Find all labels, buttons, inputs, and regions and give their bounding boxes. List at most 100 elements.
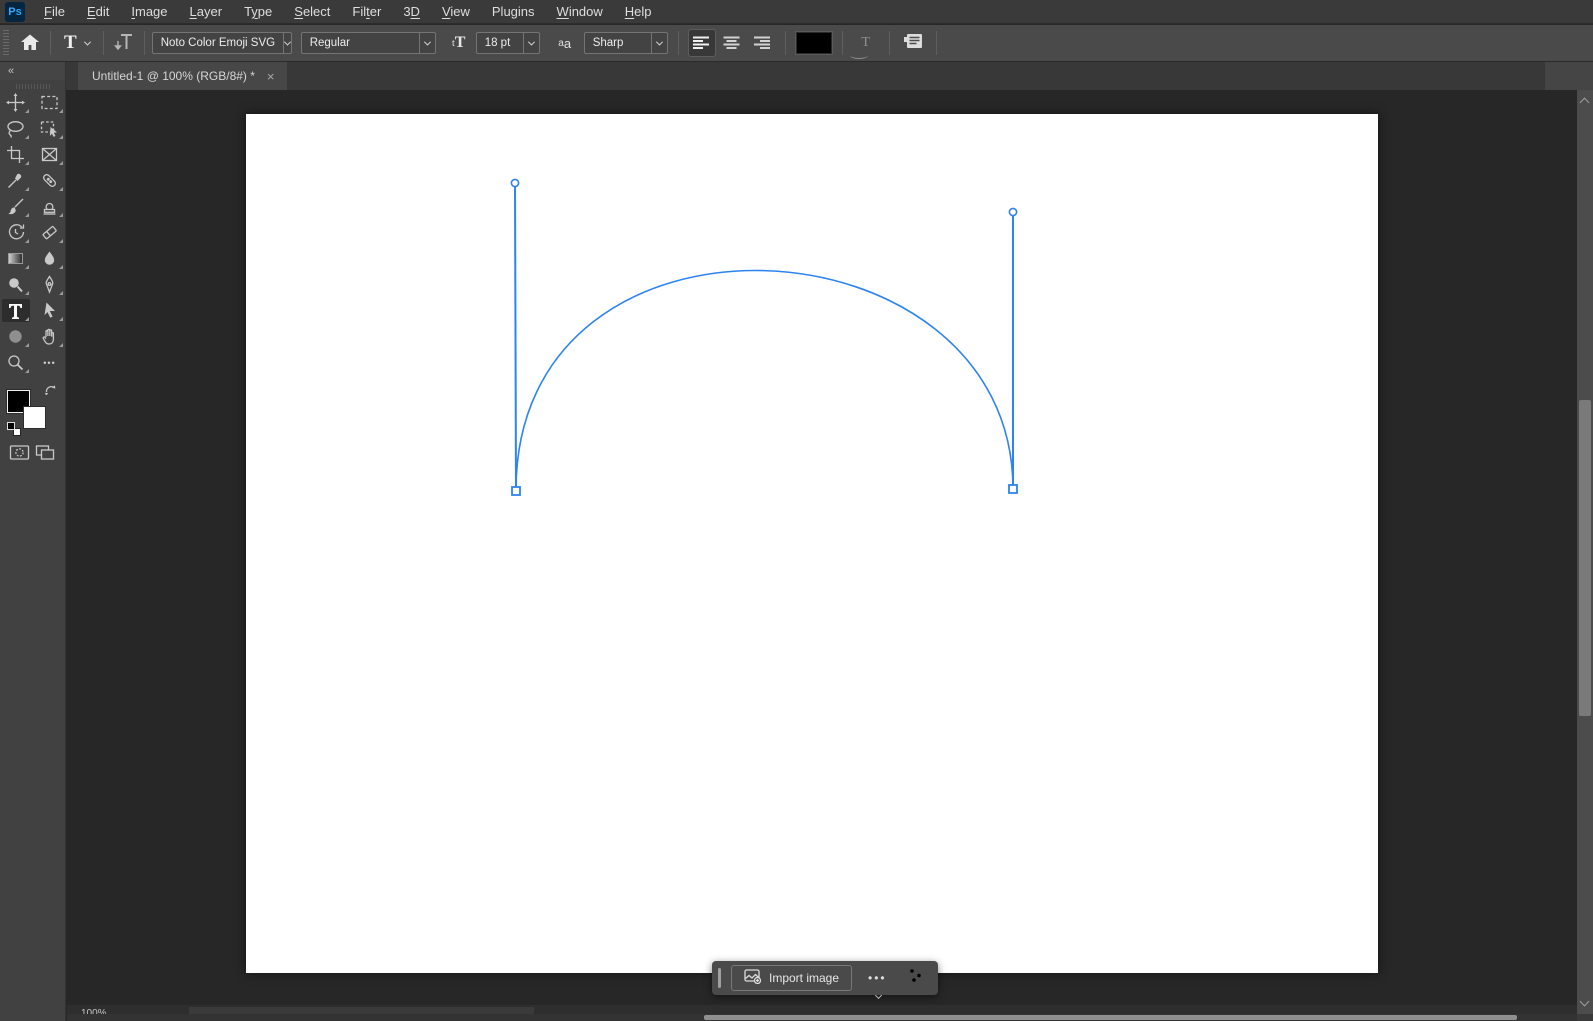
text-orientation-icon: [113, 32, 135, 55]
frame-tool[interactable]: [36, 143, 64, 166]
rectangular-marquee-tool[interactable]: [36, 91, 64, 114]
font-family-select[interactable]: Noto Color Emoji SVG: [152, 32, 292, 54]
pen-tool[interactable]: [36, 273, 64, 296]
workspace: Import image •••: [67, 90, 1577, 1005]
align-right-button[interactable]: [749, 30, 775, 56]
text-orientation-button[interactable]: [111, 29, 137, 57]
eyedropper-tool[interactable]: [2, 169, 30, 192]
chevron-down-icon: [283, 33, 291, 53]
anchor-point-icon: [1009, 485, 1017, 493]
collapse-panel-button[interactable]: «: [8, 65, 13, 77]
font-size-select[interactable]: 18 pt: [476, 32, 540, 54]
control-handle-icon: [511, 179, 518, 186]
document-info-segment: [189, 1007, 534, 1014]
anchor-point-icon: [512, 487, 520, 495]
background-color-swatch[interactable]: [23, 406, 46, 429]
panel-dock-corner: [1545, 62, 1593, 90]
menu-edit[interactable]: Edit: [76, 2, 120, 21]
tools-panel-grip[interactable]: [16, 84, 50, 89]
quick-mask-button[interactable]: [9, 444, 30, 466]
edit-toolbar-button[interactable]: •••: [36, 351, 64, 374]
status-bar: 100%: [67, 1005, 1577, 1014]
close-tab-icon[interactable]: ×: [265, 69, 277, 84]
menu-window[interactable]: Window: [546, 2, 614, 21]
photoshop-logo-icon: Ps: [5, 2, 25, 22]
gradient-tool[interactable]: [2, 247, 30, 270]
crop-tool[interactable]: [2, 143, 30, 166]
anti-alias-select[interactable]: Sharp: [584, 32, 668, 54]
anti-alias-value: Sharp: [585, 37, 651, 49]
home-button[interactable]: [17, 29, 43, 57]
swap-colors-icon[interactable]: [44, 382, 57, 400]
menu-help[interactable]: Help: [614, 2, 663, 21]
type-tool[interactable]: [2, 299, 30, 322]
menu-bar: Ps FileEditImageLayerTypeSelectFilter3DV…: [0, 0, 1593, 24]
contextual-taskbar: Import image •••: [712, 961, 938, 995]
document-tab[interactable]: Untitled-1 @ 100% (RGB/8#) * ×: [78, 62, 287, 90]
align-left-button[interactable]: [689, 30, 715, 56]
warp-text-icon: T: [861, 35, 870, 51]
menu-image[interactable]: Image: [120, 2, 178, 21]
vertical-scrollbar[interactable]: [1577, 90, 1593, 1014]
blur-tool[interactable]: [36, 247, 64, 270]
scroll-up-icon[interactable]: [1580, 98, 1590, 108]
warp-text-button[interactable]: T: [853, 29, 879, 57]
taskbar-settings-button[interactable]: [903, 968, 928, 988]
photoshop-window: Ps FileEditImageLayerTypeSelectFilter3DV…: [0, 0, 1593, 1021]
toggle-panels-button[interactable]: [900, 29, 926, 57]
eraser-tool[interactable]: [36, 221, 64, 244]
color-swatches: [7, 382, 59, 432]
horizontal-scrollbar[interactable]: [67, 1014, 1577, 1021]
more-options-button[interactable]: •••: [862, 971, 893, 985]
vertical-scroll-thumb[interactable]: [1579, 400, 1591, 716]
scroll-down-icon[interactable]: [1580, 997, 1590, 1007]
type-tool-icon: T: [64, 32, 77, 54]
menu-plugins[interactable]: Plugins: [481, 2, 546, 21]
menu-select[interactable]: Select: [283, 2, 341, 21]
chevron-down-icon: [419, 33, 435, 53]
font-size-value: 18 pt: [477, 37, 523, 49]
move-tool[interactable]: [2, 91, 30, 114]
history-brush-tool[interactable]: [2, 221, 30, 244]
document-tab-bar: Untitled-1 @ 100% (RGB/8#) * ×: [66, 62, 1593, 90]
ellipse-tool[interactable]: [2, 325, 30, 348]
font-family-value: Noto Color Emoji SVG: [153, 37, 283, 49]
clone-stamp-tool[interactable]: [36, 195, 64, 218]
font-style-select[interactable]: Regular: [301, 32, 436, 54]
screen-mode-button[interactable]: [35, 444, 56, 466]
panels-icon: [903, 33, 923, 53]
anti-alias-icon: aa: [552, 29, 578, 57]
canvas[interactable]: [246, 114, 1378, 973]
options-bar: T Noto Color Emoji SVG Regular tT 18 pt …: [0, 25, 1593, 62]
menu-type[interactable]: Type: [233, 2, 283, 21]
spot-healing-brush-tool[interactable]: [36, 169, 64, 192]
menu-3d[interactable]: 3D: [392, 2, 431, 21]
dodge-tool[interactable]: [2, 273, 30, 296]
lasso-tool[interactable]: [2, 117, 30, 140]
text-color-swatch[interactable]: [796, 32, 832, 54]
menu-layer[interactable]: Layer: [179, 2, 234, 21]
zoom-tool[interactable]: [2, 351, 30, 374]
chevron-down-icon: [84, 38, 91, 45]
import-image-icon: [744, 969, 762, 987]
chevron-down-icon: [651, 33, 667, 53]
taskbar-grip[interactable]: [718, 968, 721, 988]
brush-tool[interactable]: [2, 195, 30, 218]
path-selection-tool[interactable]: [36, 299, 64, 322]
type-tool-preset-button[interactable]: T: [58, 29, 96, 57]
options-bar-grip[interactable]: [3, 30, 9, 56]
import-image-button[interactable]: Import image: [731, 965, 852, 991]
sliders-icon: [907, 970, 924, 987]
menu-view[interactable]: View: [431, 2, 481, 21]
control-handle-icon: [1009, 208, 1016, 215]
hand-tool[interactable]: [36, 325, 64, 348]
scrollbar-corner: [1577, 1014, 1593, 1021]
default-colors-icon[interactable]: [7, 422, 21, 436]
menu-file[interactable]: File: [33, 2, 76, 21]
object-selection-tool[interactable]: [36, 117, 64, 140]
align-center-button[interactable]: [719, 30, 745, 56]
ellipsis-icon: •••: [868, 971, 887, 985]
menu-items: FileEditImageLayerTypeSelectFilter3DView…: [33, 2, 663, 21]
horizontal-scroll-thumb[interactable]: [704, 1015, 1517, 1020]
menu-filter[interactable]: Filter: [341, 2, 392, 21]
